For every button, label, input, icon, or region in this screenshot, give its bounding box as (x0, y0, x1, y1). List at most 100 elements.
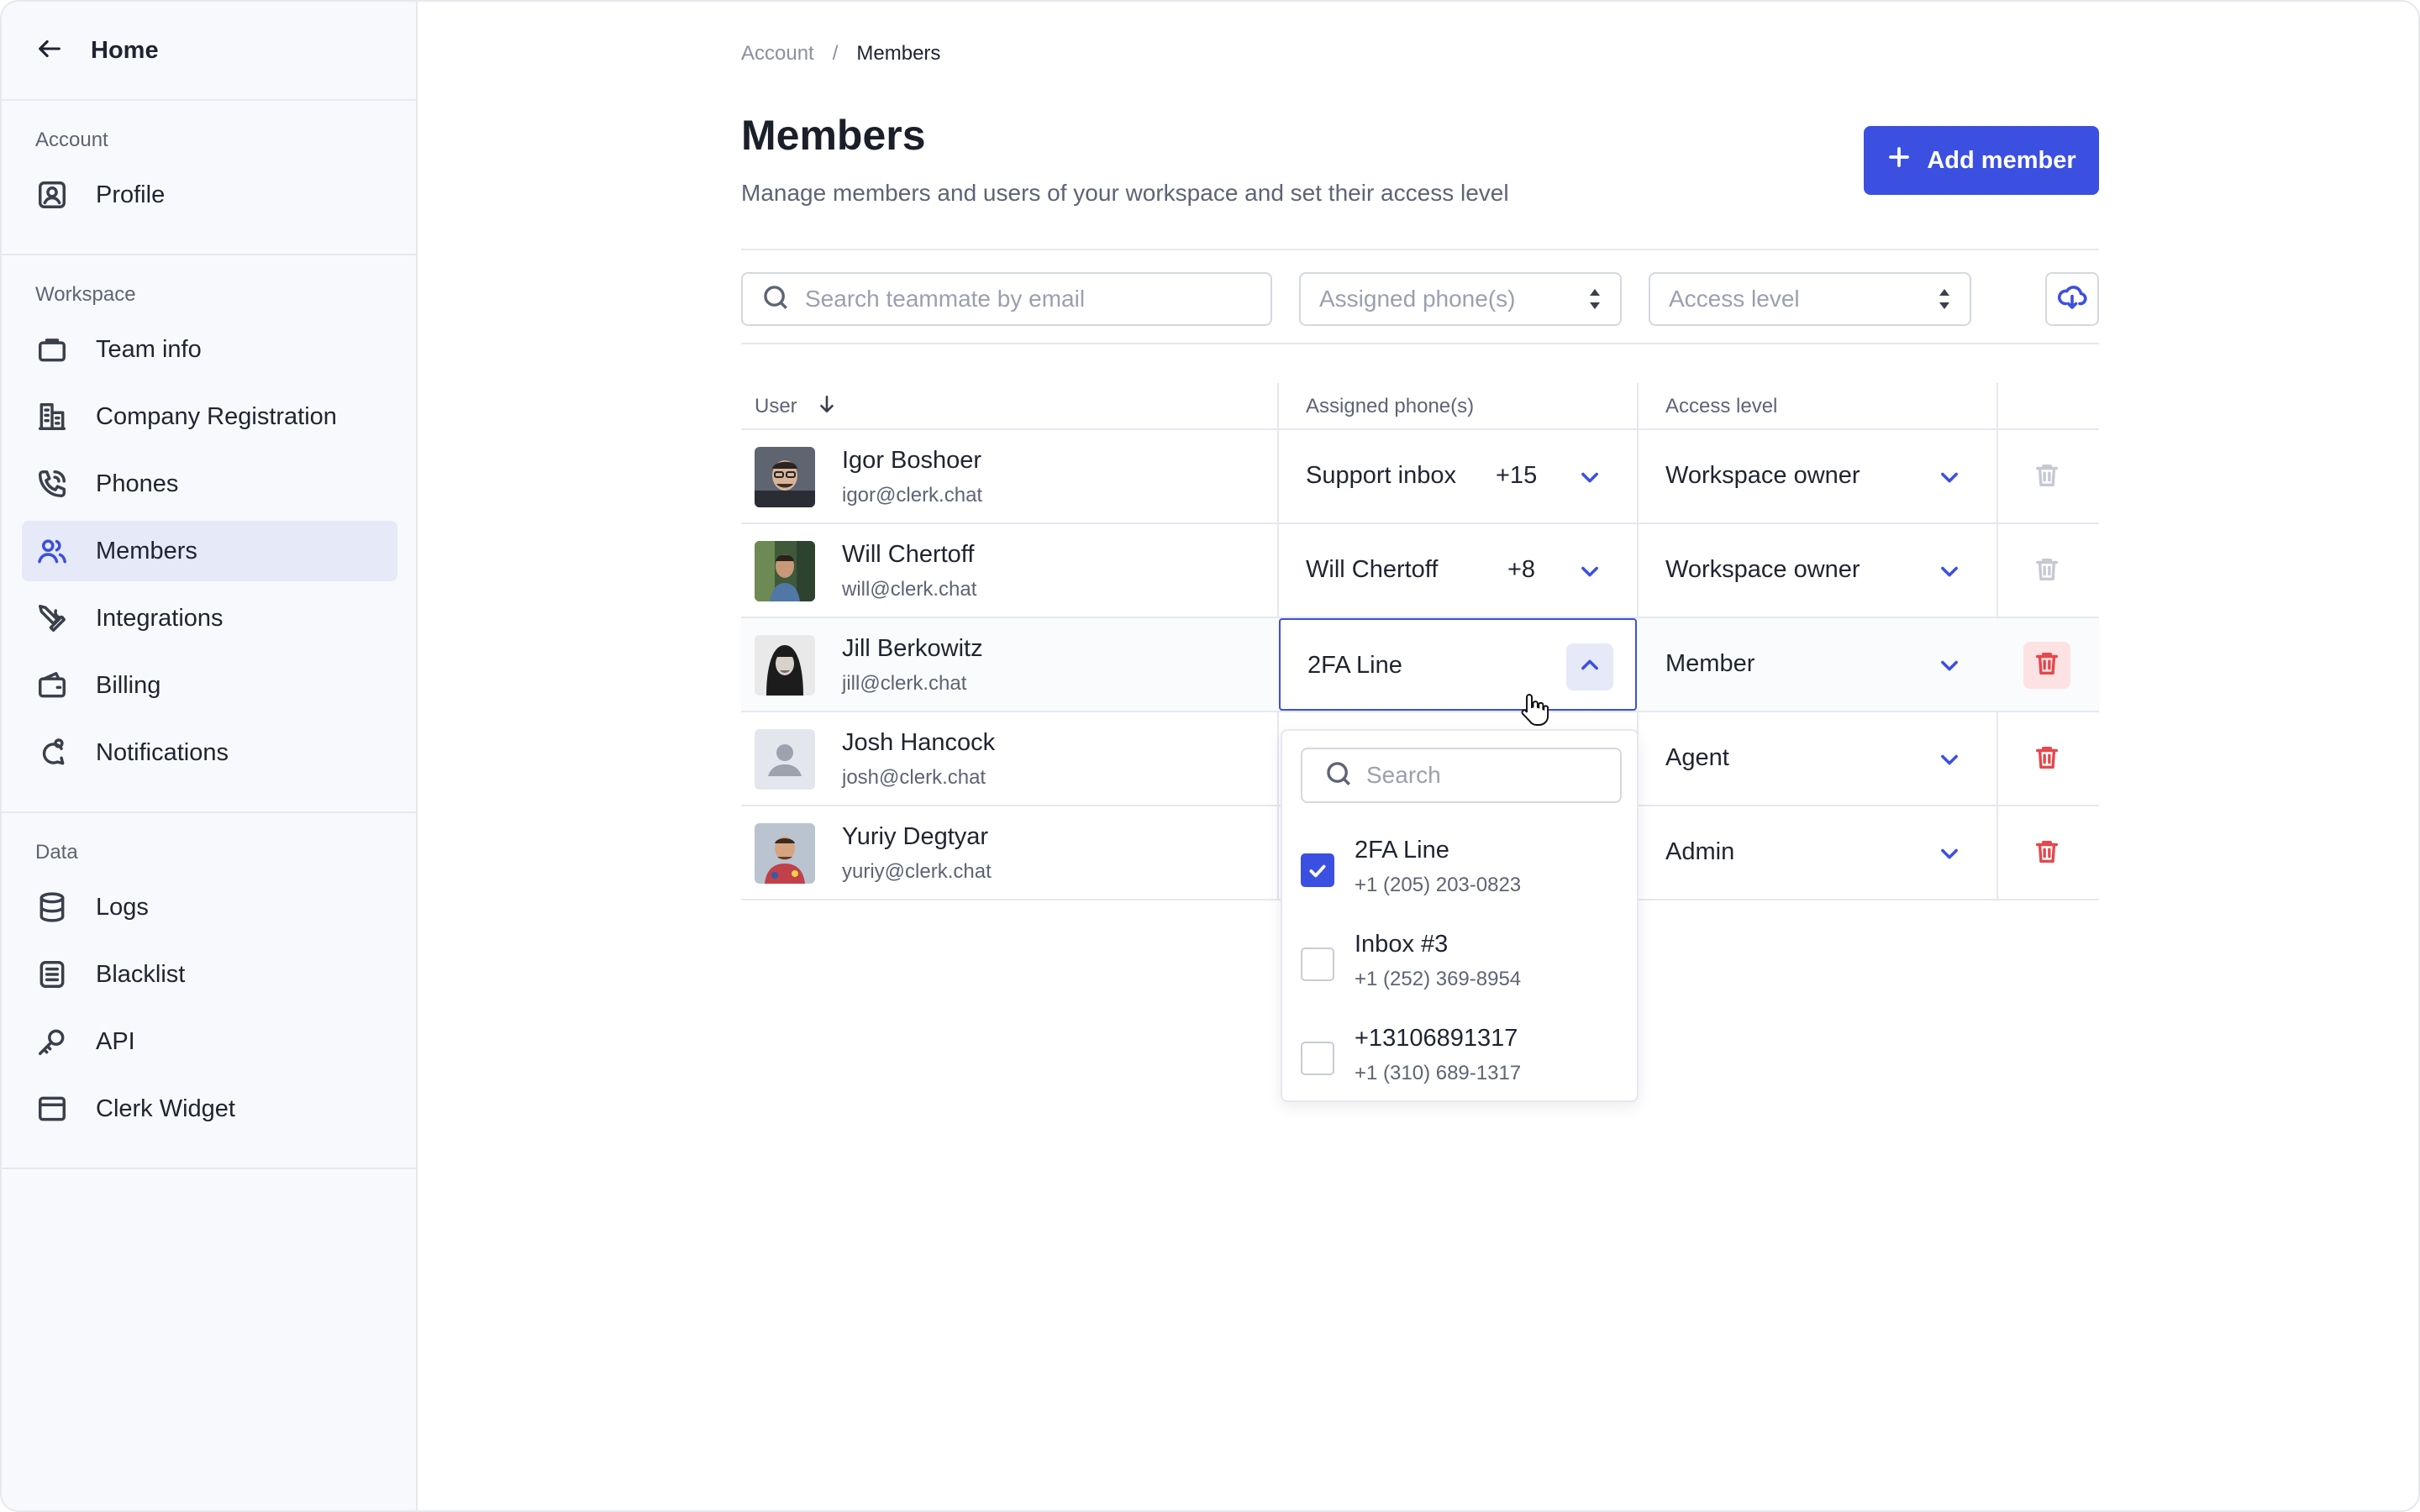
sidebar-item-label: Integrations (96, 604, 224, 632)
trash-icon (2033, 649, 2061, 682)
sidebar-item-billing[interactable]: Billing (2, 655, 397, 716)
home-label: Home (91, 36, 159, 64)
assigned-phones-select[interactable]: Support inbox +15 (1279, 430, 1637, 522)
chevron-down-icon (1938, 842, 1961, 865)
arrow-down-icon (816, 381, 838, 433)
delete-member-button[interactable] (2023, 830, 2070, 877)
avatar (755, 541, 815, 601)
sidebar-item-profile[interactable]: Profile (2, 165, 397, 225)
column-user-label: User (755, 395, 797, 417)
option-number: +1 (205) 203-0823 (1355, 874, 1522, 896)
sidebar-item-label: Logs (96, 893, 149, 921)
option-checkbox[interactable] (1301, 948, 1334, 981)
sidebar-item-company-registration[interactable]: Company Registration (2, 386, 397, 447)
search-input[interactable]: Search teammate by email (741, 272, 1272, 326)
table-header: User Assigned phone(s) Access level (741, 383, 2099, 430)
column-user[interactable]: User (755, 383, 838, 430)
download-button[interactable] (2045, 272, 2099, 326)
briefcase-icon (35, 333, 69, 366)
chevron-down-icon (1938, 654, 1961, 677)
access-level-select[interactable]: Workspace owner (1639, 430, 1996, 522)
column-access: Access level (1665, 395, 1778, 417)
phones-dropdown: Search 2FA Line +1 (205) 203-0823 Inbox … (1281, 729, 1639, 1102)
collapse-button[interactable] (1566, 643, 1613, 690)
sidebar-item-clerk-widget[interactable]: Clerk Widget (2, 1079, 397, 1139)
assigned-phones-filter[interactable]: Assigned phone(s) (1299, 272, 1622, 326)
chevron-down-icon (1578, 559, 1602, 583)
sidebar-item-label: Team info (96, 335, 202, 363)
hand-cursor-icon (1519, 692, 1549, 727)
avatar (755, 823, 815, 884)
sidebar-item-team-info[interactable]: Team info (2, 319, 397, 380)
user-name: Will Chertoff (842, 541, 975, 568)
bell-icon (35, 736, 69, 769)
widget-icon (35, 1092, 69, 1126)
sort-updown-icon (1938, 287, 1951, 311)
breadcrumb-account[interactable]: Account (741, 42, 814, 66)
access-level-select[interactable]: Member (1639, 618, 1996, 711)
breadcrumb: Account / Members (741, 42, 940, 66)
sidebar-item-notifications[interactable]: Notifications (2, 722, 397, 783)
access-level-value: Workspace owner (1665, 556, 1860, 583)
assigned-phones-select[interactable]: 2FA Line (1279, 618, 1637, 711)
access-level-select[interactable]: Admin (1639, 806, 1996, 899)
sidebar-item-integrations[interactable]: Integrations (2, 588, 397, 648)
access-level-select[interactable]: Agent (1639, 712, 1996, 805)
sidebar-item-label: Blacklist (96, 960, 186, 988)
access-level-value: Workspace owner (1665, 462, 1860, 489)
dropdown-search-placeholder: Search (1366, 762, 1441, 788)
home-link[interactable]: Home (2, 2, 416, 101)
table-row: Jill Berkowitz jill@clerk.chat 2FA Line … (741, 618, 2099, 712)
phone-icon (35, 467, 69, 501)
add-member-label: Add member (1927, 146, 2076, 174)
sidebar-section-workspace: Workspace Team info Company Registration… (2, 255, 416, 813)
sidebar-item-logs[interactable]: Logs (2, 877, 397, 937)
trash-icon (2033, 743, 2061, 776)
dropdown-option[interactable]: +13106891317 +1 (310) 689-1317 (1282, 1005, 1640, 1099)
assigned-phone-name: Will Chertoff (1306, 556, 1439, 583)
section-title: Workspace (35, 283, 136, 306)
trash-icon (2033, 555, 2061, 588)
delete-member-button[interactable] (2023, 548, 2070, 595)
delete-member-button[interactable] (2023, 642, 2070, 689)
dropdown-option[interactable]: Inbox #3 +1 (252) 369-8954 (1282, 911, 1640, 1005)
sidebar-item-api[interactable]: API (2, 1011, 397, 1072)
app-window: Home Account Profile Workspace Team info… (0, 0, 2420, 1512)
sidebar-item-phones[interactable]: Phones (2, 454, 397, 514)
sort-updown-icon (1588, 287, 1602, 311)
filter-bar: Search teammate by email Assigned phone(… (741, 249, 2099, 344)
assigned-phones-select[interactable]: Will Chertoff +8 (1279, 524, 1637, 617)
profile-icon (35, 178, 69, 212)
access-level-select[interactable]: Workspace owner (1639, 524, 1996, 617)
user-email: jill@clerk.chat (842, 672, 967, 695)
option-number: +1 (310) 689-1317 (1355, 1062, 1522, 1084)
access-level-filter[interactable]: Access level (1649, 272, 1971, 326)
dropdown-option[interactable]: 2FA Line +1 (205) 203-0823 (1282, 816, 1640, 911)
assigned-phone-name: 2FA Line (1307, 652, 1402, 679)
option-name: +13106891317 (1355, 1025, 1518, 1052)
building-icon (35, 400, 69, 433)
option-checkbox[interactable] (1301, 853, 1334, 887)
assigned-phone-name: Support inbox (1306, 462, 1456, 489)
sidebar-item-label: API (96, 1027, 135, 1055)
table-row: Igor Boshoer igor@clerk.chat Support inb… (741, 430, 2099, 524)
search-icon (1324, 759, 1353, 792)
chevron-down-icon (1938, 559, 1961, 583)
page-title: Members (741, 112, 926, 159)
delete-member-button[interactable] (2023, 736, 2070, 783)
sidebar-item-members[interactable]: Members (22, 521, 397, 581)
dropdown-search-input[interactable]: Search (1301, 748, 1622, 803)
chevron-down-icon (1578, 465, 1602, 489)
table-row: Will Chertoff will@clerk.chat Will Chert… (741, 524, 2099, 618)
delete-member-button[interactable] (2023, 454, 2070, 501)
wallet-icon (35, 669, 69, 702)
database-icon (35, 890, 69, 924)
option-checkbox[interactable] (1301, 1042, 1334, 1075)
sidebar-item-blacklist[interactable]: Blacklist (2, 944, 397, 1005)
sidebar-section-account: Account Profile (2, 101, 416, 255)
chevron-up-icon (1578, 654, 1602, 681)
add-member-button[interactable]: Add member (1864, 126, 2099, 195)
user-email: igor@clerk.chat (842, 484, 983, 507)
access-level-value: Agent (1665, 744, 1729, 771)
access-level-value: Admin (1665, 838, 1735, 865)
